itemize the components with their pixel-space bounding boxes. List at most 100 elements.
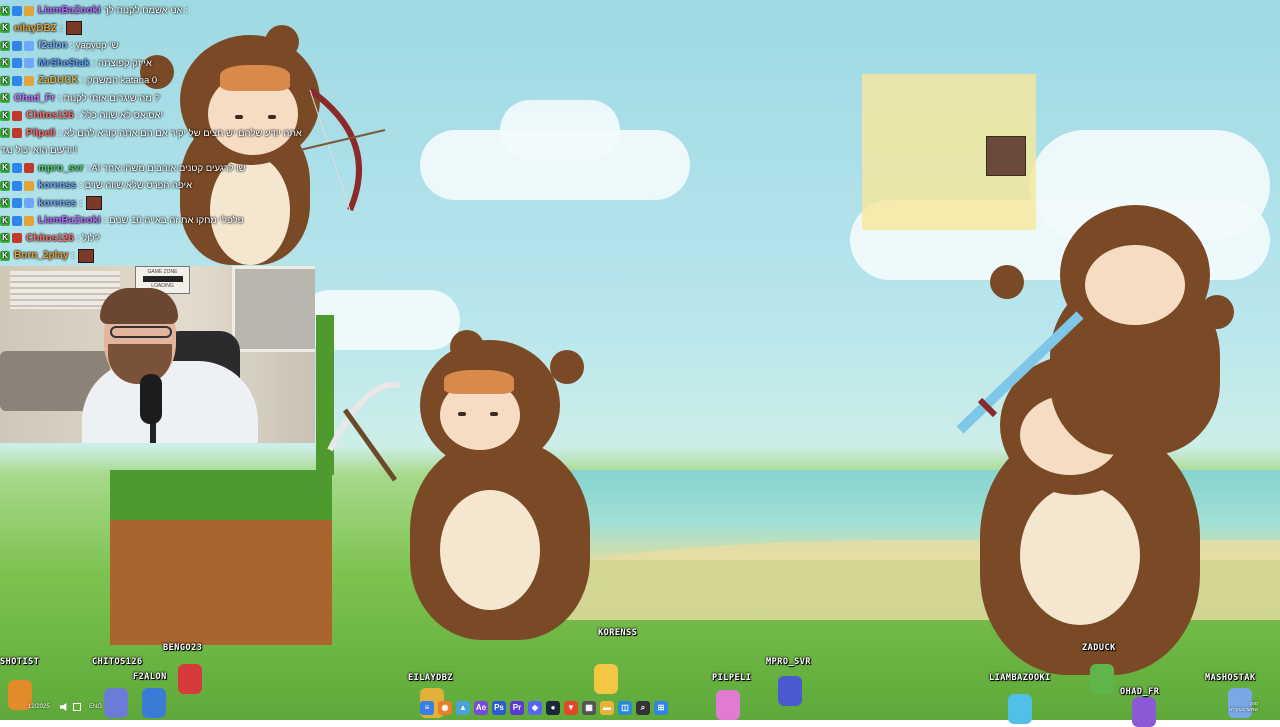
chat-badge-icon: K	[0, 180, 10, 191]
photos-icon[interactable]: ▲	[456, 701, 470, 715]
chat-badge-icon: K	[0, 128, 10, 139]
streamer-body	[82, 361, 258, 443]
webcam-feed: GAME ZONE LOADING	[0, 266, 315, 443]
mic-arm	[150, 421, 156, 443]
language-indicator[interactable]: ENG	[89, 704, 102, 710]
webcam-sign-line1: GAME ZONE	[147, 269, 178, 275]
chat-emote-icon	[66, 21, 83, 36]
chat-username[interactable]: LiamBaZooki	[38, 2, 101, 20]
chat-username[interactable]: korenss	[38, 195, 76, 213]
chat-emote-icon	[86, 196, 102, 211]
viewer-sprite-icon	[1090, 664, 1114, 694]
chat-badge-icon	[24, 5, 34, 16]
docs-icon[interactable]: ≡	[420, 701, 434, 715]
viewer-name-label: MPRO_SVR	[766, 657, 811, 667]
tray-notification-line2: שמשי בעקירה	[1228, 707, 1258, 713]
chat-text: : לול?	[76, 232, 100, 244]
chat-text: : אתה יודע שלהם יש חצים של יקיר אם הם את…	[58, 127, 302, 139]
chat-message: KeilayDBZ:	[0, 20, 320, 38]
sword-icon	[956, 311, 1084, 434]
chat-username[interactable]: eilayDBZ	[14, 20, 57, 38]
start-icon[interactable]: ⊞	[654, 701, 668, 715]
chat-message: K LiamBaZooki אני אשמח לקנות לך :	[0, 2, 320, 20]
taskbar-apps: ≡ ◉ ▲ Ae Ps Pr ◆ ● ▼ ▦ ▬ ◫ ⌕ ⊞	[420, 698, 668, 718]
chat-badge-icon	[12, 110, 22, 121]
search-icon[interactable]: ⌕	[636, 701, 650, 715]
emote-image	[986, 136, 1026, 176]
chat-message: K Chitos126: לול?	[0, 230, 320, 248]
viewer-sprite-icon	[716, 690, 740, 720]
chat-username[interactable]: ZaDUCK	[38, 72, 79, 90]
blender-icon[interactable]: ◉	[438, 701, 452, 715]
chat-badge-icon	[24, 58, 34, 69]
chat-badge-icon: K	[0, 215, 10, 226]
tray-notification: סוכן שמשי בעקירה	[1218, 701, 1258, 713]
microphone-icon	[140, 374, 162, 424]
chat-badge-icon	[12, 163, 22, 174]
chat-badge-icon	[12, 233, 22, 244]
premiere-icon[interactable]: Pr	[510, 701, 524, 715]
viewer-sprite-icon	[104, 688, 128, 718]
chat-message: Kmpro_svr: AI שו לרגעים קטנים אוהבים משה…	[0, 160, 320, 178]
viewer-sprite-icon	[778, 676, 802, 706]
chat-username[interactable]: LiamBaZooki	[38, 212, 101, 230]
viewer-name-label: LIAMBAZOOKI	[989, 673, 1051, 683]
chat-message: Kf2alon: yapyup שי	[0, 37, 320, 55]
discord-icon[interactable]: ◆	[528, 701, 542, 715]
chat-message: K Born_2play:	[0, 247, 320, 265]
chat-text: : אייזק קפוצתה	[92, 57, 152, 69]
streamer-hair	[100, 288, 178, 324]
chat-username[interactable]: mpro_svr	[38, 160, 84, 178]
chat-message: K ZaDUCK: המשחק katana 0	[0, 72, 320, 90]
streamer-glasses	[110, 326, 172, 338]
chat-text: : יאסיאס לא שווה כלל	[76, 110, 163, 121]
chat-username[interactable]: Ohad_Fr	[14, 90, 55, 108]
network-icon[interactable]	[73, 703, 81, 711]
viewer-name-label: PILPELI	[712, 673, 752, 683]
photoshop-icon[interactable]: Ps	[492, 701, 506, 715]
chat-username[interactable]: korenss	[38, 177, 76, 195]
chat-badge-icon: K	[0, 75, 10, 86]
chat-text: :	[71, 250, 75, 261]
brave-icon[interactable]: ▼	[564, 701, 578, 715]
chat-badge-icon: K	[0, 233, 10, 244]
chat-text: : המשחק katana 0	[81, 75, 158, 86]
chat-message: K Pilpeli: אתה יודע שלהם יש חצים של יקיר …	[0, 125, 320, 143]
chat-username[interactable]: Born_2play	[14, 247, 68, 265]
chat-message: K LiamBaZooki: פלפלי מחקו את זה באייה 10 …	[0, 212, 320, 230]
chat-badge-icon	[24, 163, 34, 174]
chat-badge-icon: K	[0, 198, 10, 209]
chat-username[interactable]: f2alon	[38, 37, 67, 55]
chat-message: K Chitos126: יאסיאס לא שווה כלל	[0, 107, 320, 125]
bear-miner	[380, 330, 610, 640]
steam-icon[interactable]: ●	[546, 701, 560, 715]
chat-badge-icon	[12, 128, 22, 139]
viewer-name-label: EILAYDBZ	[408, 673, 453, 683]
viewer-name-label: F2ALON	[133, 672, 167, 682]
chat-username[interactable]: Pilpeli	[26, 125, 55, 143]
store-icon[interactable]: ◫	[618, 701, 632, 715]
chat-badge-icon: K	[0, 110, 10, 121]
chat-username[interactable]: MrSheStak	[38, 55, 90, 73]
chat-badge-icon: K	[0, 163, 10, 174]
pickaxe-icon	[327, 381, 401, 482]
chat-text: : yapyup שי	[70, 40, 119, 51]
chat-badge-icon	[12, 40, 22, 51]
chat-badge-icon	[24, 198, 34, 209]
chat-badge-icon: K	[0, 250, 10, 261]
calculator-icon[interactable]: ▦	[582, 701, 596, 715]
viewer-name-label: OHAD_FR	[1120, 687, 1160, 697]
chat-text: : מה שיגרום אותי לקנות ?	[58, 92, 160, 104]
viewer-sprite-icon	[594, 664, 618, 694]
explorer-icon[interactable]: ▬	[600, 701, 614, 715]
chat-text: אני אשמח לקנות לך :	[103, 5, 188, 16]
viewer-sprite-icon	[178, 664, 202, 694]
chat-badge-icon: K	[0, 5, 10, 16]
cloud	[500, 100, 620, 160]
chat-badge-icon	[24, 40, 34, 51]
chat-username[interactable]: Chitos126	[26, 107, 74, 125]
dirt-block-grass	[110, 470, 332, 520]
after-effects-icon[interactable]: Ae	[474, 701, 488, 715]
chat-username[interactable]: Chitos126	[26, 230, 74, 248]
chat-badge-icon: K	[0, 93, 10, 104]
